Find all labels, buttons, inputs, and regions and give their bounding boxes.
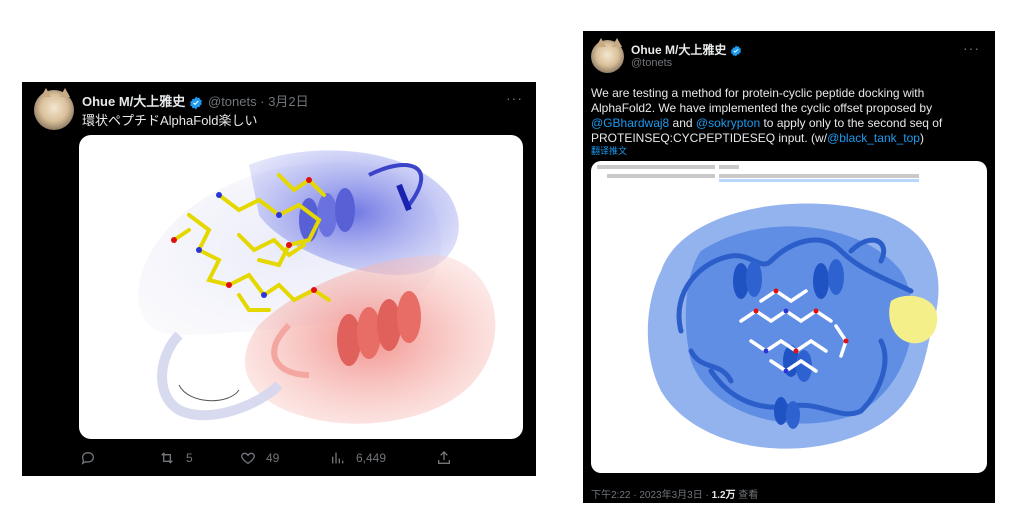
author-meta: @tonets · 3月2日 bbox=[208, 94, 309, 109]
tweet-card-1: Ohue M/大上雅史 @tonets · 3月2日 ··· 環状ペプチドAlp… bbox=[22, 82, 536, 476]
tweet-timestamp[interactable]: 下午2:22 · 2023年3月3日 · bbox=[591, 490, 712, 501]
avatar[interactable] bbox=[34, 88, 74, 130]
more-options-icon[interactable]: ··· bbox=[963, 40, 980, 56]
retweet-button[interactable]: 5 bbox=[158, 450, 193, 466]
tweet-metadata: 下午2:22 · 2023年3月3日 · 1.2万 查看 bbox=[591, 486, 758, 501]
tweet-actions: 5 49 6,449 bbox=[80, 450, 500, 470]
tweet-text-part: and bbox=[669, 116, 696, 130]
tweet-text: 環状ペプチドAlphaFold楽しい bbox=[82, 113, 258, 128]
author-name-text[interactable]: Ohue M/大上雅史 bbox=[82, 94, 185, 109]
mention-link[interactable]: @sokrypton bbox=[696, 116, 760, 130]
like-button[interactable]: 49 bbox=[240, 450, 279, 466]
author-handle[interactable]: @tonets bbox=[631, 57, 672, 69]
author-name[interactable]: Ohue M/大上雅史 bbox=[631, 41, 742, 58]
docking-result-illustration bbox=[597, 165, 939, 449]
retweet-icon bbox=[161, 452, 173, 464]
verified-badge-icon bbox=[730, 45, 741, 57]
analytics-icon bbox=[332, 452, 344, 464]
like-count: 49 bbox=[266, 451, 280, 465]
heart-icon bbox=[241, 452, 255, 465]
tweet-image-protein-structure[interactable] bbox=[79, 135, 523, 439]
share-icon bbox=[438, 451, 450, 464]
views-button[interactable]: 6,449 bbox=[330, 450, 386, 466]
tweet-date[interactable]: 3月2日 bbox=[268, 94, 308, 109]
avatar[interactable] bbox=[591, 38, 624, 73]
view-count: 6,449 bbox=[356, 451, 387, 465]
tweet-text-part: ) bbox=[919, 131, 924, 145]
views-label: 查看 bbox=[735, 490, 759, 501]
more-options-icon[interactable]: ··· bbox=[506, 90, 523, 106]
verified-badge-icon bbox=[190, 96, 202, 109]
mention-link[interactable]: @GBhardwaj8 bbox=[591, 116, 669, 130]
author-name[interactable]: Ohue M/大上雅史 bbox=[82, 91, 203, 110]
tweet-image-docking-result[interactable] bbox=[591, 161, 987, 473]
mention-link[interactable]: @black_tank_top bbox=[827, 131, 920, 145]
protein-structure-illustration bbox=[138, 150, 496, 424]
author-handle[interactable]: @tonets bbox=[208, 94, 257, 109]
tweet-text-part: We are testing a method for protein-cycl… bbox=[591, 86, 933, 115]
tweet-text: We are testing a method for protein-cycl… bbox=[591, 86, 989, 146]
views-count: 1.2万 bbox=[711, 490, 736, 501]
author-name-text[interactable]: Ohue M/大上雅史 bbox=[631, 43, 726, 57]
reply-icon bbox=[81, 451, 95, 465]
translate-link[interactable]: 翻译推文 bbox=[591, 144, 627, 157]
reply-button[interactable] bbox=[80, 450, 106, 466]
share-button[interactable] bbox=[436, 450, 452, 466]
sequence-header bbox=[597, 165, 919, 182]
retweet-count: 5 bbox=[186, 451, 193, 465]
tweet-card-2: Ohue M/大上雅史 @tonets ··· We are testing a… bbox=[583, 31, 995, 503]
